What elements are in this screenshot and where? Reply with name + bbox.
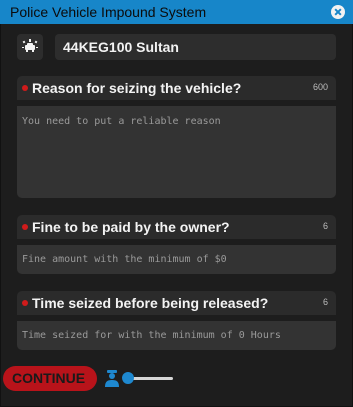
- officer-icon: [105, 370, 119, 387]
- time-placeholder: Time seized for with the minimum of 0 Ho…: [22, 330, 281, 341]
- reason-header: Reason for seizing the vehicle? 600: [17, 76, 336, 100]
- slider-track[interactable]: [128, 377, 173, 380]
- window-title: Police Vehicle Impound System: [10, 4, 207, 20]
- continue-button[interactable]: CONTINUE: [3, 366, 97, 391]
- impound-window: Police Vehicle Impound System 44KEG100 S…: [0, 0, 353, 407]
- time-header: Time seized before being released? 6: [17, 291, 336, 315]
- fine-char-limit: 6: [322, 221, 328, 231]
- required-dot: [22, 85, 28, 91]
- required-dot: [22, 300, 28, 306]
- continue-label: CONTINUE: [12, 370, 86, 386]
- fine-input[interactable]: Fine amount with the minimum of $0: [17, 245, 336, 274]
- reason-placeholder: You need to put a reliable reason: [22, 116, 221, 127]
- title-bar: Police Vehicle Impound System: [0, 0, 353, 24]
- close-button[interactable]: [331, 5, 345, 19]
- fine-label: Fine to be paid by the owner?: [32, 219, 230, 235]
- fine-placeholder: Fine amount with the minimum of $0: [22, 254, 227, 265]
- vehicle-plate-field: 44KEG100 Sultan: [55, 34, 336, 60]
- car-wash-icon: [22, 39, 38, 52]
- vehicle-plate-text: 44KEG100 Sultan: [63, 39, 179, 55]
- slider-handle[interactable]: [122, 372, 134, 384]
- fine-header: Fine to be paid by the owner? 6: [17, 215, 336, 239]
- time-char-limit: 6: [322, 297, 328, 307]
- time-input[interactable]: Time seized for with the minimum of 0 Ho…: [17, 321, 336, 350]
- reason-char-limit: 600: [312, 82, 328, 92]
- vehicle-icon-box: [17, 34, 43, 60]
- required-dot: [22, 224, 28, 230]
- time-label: Time seized before being released?: [32, 295, 269, 311]
- reason-textarea[interactable]: You need to put a reliable reason: [17, 106, 336, 198]
- reason-label: Reason for seizing the vehicle?: [32, 80, 242, 96]
